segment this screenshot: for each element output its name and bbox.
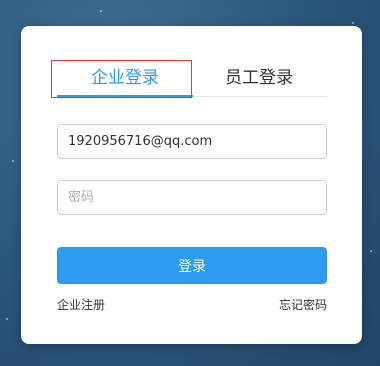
- login-button[interactable]: 登录: [57, 247, 327, 284]
- forgot-password-link[interactable]: 忘记密码: [279, 296, 327, 313]
- background-star: [352, 22, 354, 24]
- company-register-link[interactable]: 企业注册: [57, 296, 105, 313]
- background-star: [6, 318, 8, 320]
- tab-company-login[interactable]: 企业登录: [57, 60, 193, 96]
- tab-employee-login[interactable]: 员工登录: [191, 60, 327, 96]
- email-field[interactable]: [57, 124, 327, 159]
- login-tabs: 企业登录 员工登录: [57, 60, 327, 97]
- active-tab-indicator: [57, 95, 193, 97]
- background-star: [12, 160, 14, 162]
- password-field[interactable]: [57, 180, 327, 215]
- background-star: [370, 250, 372, 252]
- background-star: [100, 10, 102, 12]
- login-card: 企业登录 员工登录 登录 企业注册 忘记密码: [21, 26, 362, 344]
